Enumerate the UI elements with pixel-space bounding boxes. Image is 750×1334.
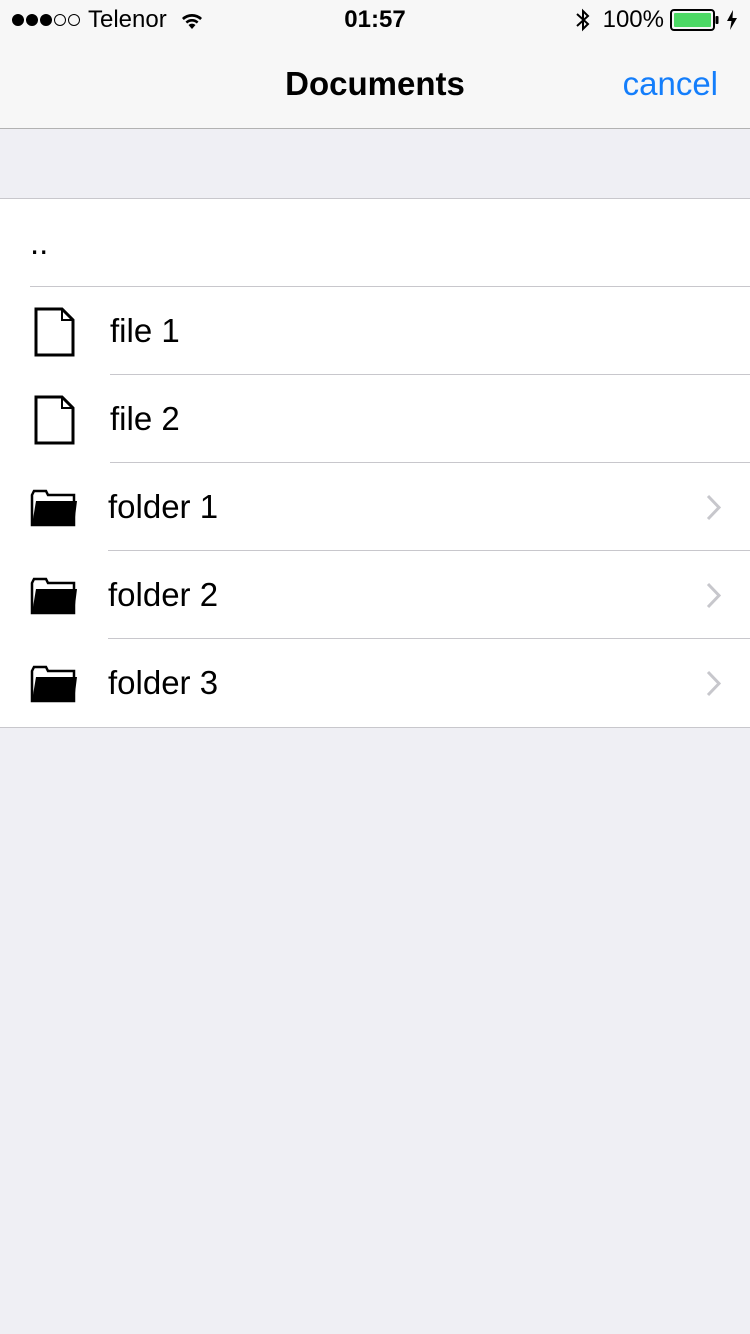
chevron-right-icon (706, 494, 722, 521)
top-bar: Telenor 01:57 100% Documents cancel (0, 0, 750, 129)
list-item-label: folder 3 (108, 664, 219, 701)
file-icon (34, 395, 75, 445)
list-item-label: folder 1 (108, 488, 219, 525)
battery-icon (670, 9, 719, 31)
list-item-file-1[interactable]: file 1 (0, 287, 750, 375)
folder-icon (30, 577, 77, 615)
folder-icon (30, 489, 77, 527)
battery-percent: 100% (602, 6, 664, 33)
list-item-label: file 1 (110, 312, 180, 349)
file-list: .. file 1 file 2 folder 1 folder 2 folde… (0, 198, 750, 728)
chevron-right-icon (706, 582, 722, 609)
bluetooth-icon (575, 8, 590, 32)
file-icon (34, 307, 75, 357)
cancel-button[interactable]: cancel (623, 40, 718, 128)
parent-directory-row[interactable]: .. (0, 199, 750, 287)
list-item-folder-3[interactable]: folder 3 (0, 639, 750, 727)
status-bar: Telenor 01:57 100% (0, 0, 750, 40)
parent-directory-label: .. (30, 224, 49, 261)
list-item-label: folder 2 (108, 576, 219, 613)
folder-icon (30, 665, 77, 703)
list-item-folder-2[interactable]: folder 2 (0, 551, 750, 639)
status-right: 100% (575, 6, 738, 34)
chevron-right-icon (706, 670, 722, 697)
list-item-label: file 2 (110, 400, 180, 437)
charging-bolt-icon (727, 10, 737, 30)
list-item-folder-1[interactable]: folder 1 (0, 463, 750, 551)
list-item-file-2[interactable]: file 2 (0, 375, 750, 463)
navigation-bar: Documents cancel (0, 40, 750, 128)
